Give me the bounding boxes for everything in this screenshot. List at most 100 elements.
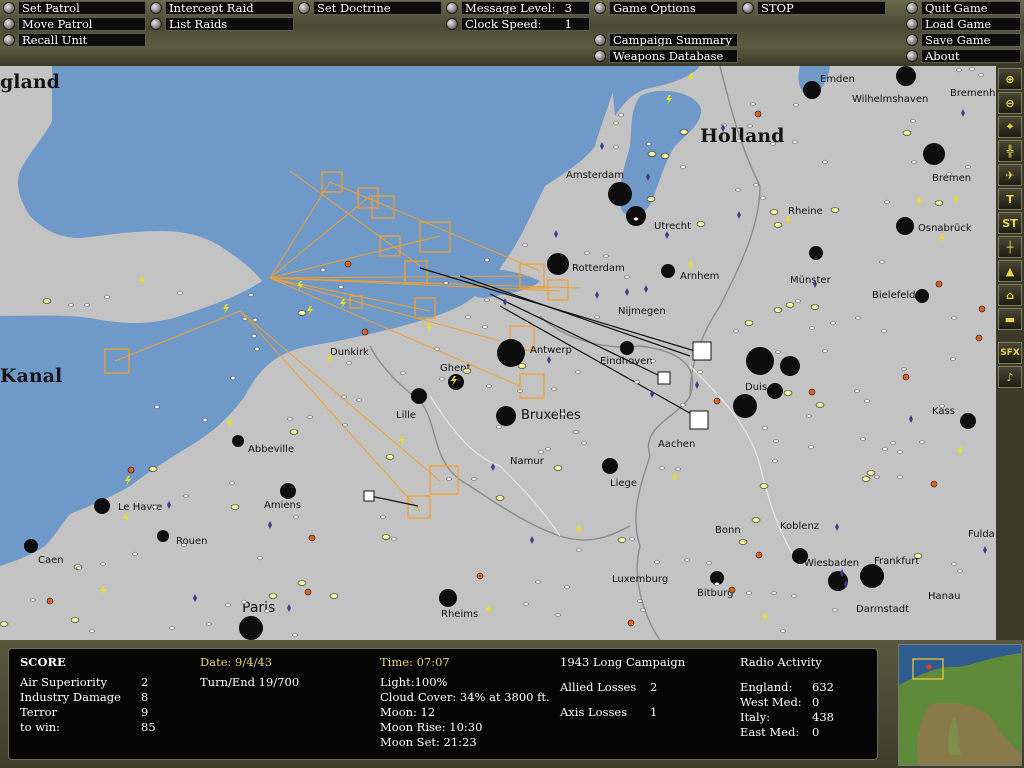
aircraft-unit-marker[interactable] <box>381 534 391 540</box>
radar-marker[interactable] <box>909 415 913 423</box>
airfield-marker[interactable] <box>256 555 264 561</box>
campaign-summary-button[interactable]: Campaign Summary <box>594 33 738 47</box>
airfield-marker[interactable] <box>306 414 314 420</box>
unit-marker[interactable] <box>361 328 369 336</box>
airfield-marker[interactable] <box>880 328 888 334</box>
airfield-marker[interactable] <box>345 360 353 366</box>
airfield-marker[interactable] <box>176 290 184 296</box>
zoom-in-button[interactable]: ⊕ <box>998 68 1022 90</box>
airfield-marker[interactable] <box>950 315 958 321</box>
list-raids-button[interactable]: List Raids <box>150 17 294 31</box>
airfield-marker[interactable] <box>554 612 562 618</box>
stop-button[interactable]: STOP <box>742 1 886 15</box>
airfield-marker[interactable] <box>918 439 926 445</box>
lightning-marker[interactable] <box>576 525 582 535</box>
radar-marker[interactable] <box>503 298 507 306</box>
airfield-marker[interactable] <box>853 388 861 394</box>
unit-marker[interactable] <box>46 597 54 605</box>
aircraft-unit-marker[interactable] <box>913 553 923 559</box>
aircraft-unit-marker[interactable] <box>70 617 80 623</box>
unit-marker[interactable] <box>728 586 736 594</box>
airfield-marker[interactable] <box>956 568 964 574</box>
airfield-marker[interactable] <box>355 397 363 403</box>
lightning-marker[interactable] <box>785 216 791 226</box>
airfield-marker[interactable] <box>831 607 839 613</box>
airfield-marker[interactable] <box>103 294 111 300</box>
airfield-marker[interactable] <box>292 514 300 520</box>
radar-marker[interactable] <box>167 501 171 509</box>
airfield-marker[interactable] <box>580 440 588 446</box>
aircraft-unit-marker[interactable] <box>751 517 761 523</box>
airfield-marker[interactable] <box>534 579 542 585</box>
unit-marker[interactable] <box>476 572 484 580</box>
weapons-database-button[interactable]: Weapons Database <box>594 49 738 63</box>
airfield-marker[interactable] <box>182 493 190 499</box>
unit-marker[interactable] <box>975 334 983 342</box>
airfield-marker[interactable] <box>563 584 571 590</box>
radar-marker[interactable] <box>530 536 534 544</box>
aircraft-unit-marker[interactable] <box>297 310 307 316</box>
aircraft-unit-marker[interactable] <box>297 580 307 586</box>
unit-marker[interactable] <box>127 466 135 474</box>
radar-marker[interactable] <box>737 211 741 219</box>
airfield-marker[interactable] <box>896 474 904 480</box>
overview-minimap[interactable] <box>898 644 1022 766</box>
quit-game-button[interactable]: Quit Game <box>906 1 1021 15</box>
airfield-marker[interactable] <box>495 424 503 430</box>
airfield-marker[interactable] <box>805 413 813 419</box>
airfield-marker[interactable] <box>572 429 580 435</box>
sfx-toggle-button[interactable]: SFX <box>998 342 1022 364</box>
unit-marker[interactable] <box>308 534 316 542</box>
move-patrol-button[interactable]: Move Patrol <box>3 17 146 31</box>
terrain-button[interactable]: ▲ <box>998 260 1022 282</box>
about-button[interactable]: About <box>906 49 1021 63</box>
airfield-marker[interactable] <box>674 466 682 472</box>
airfield-marker[interactable] <box>968 66 976 72</box>
airfield-marker[interactable] <box>955 67 963 73</box>
airfield-marker[interactable] <box>821 159 829 165</box>
airfield-marker[interactable] <box>705 560 713 566</box>
lightning-marker[interactable] <box>939 234 945 244</box>
radar-marker[interactable] <box>595 291 599 299</box>
lightning-marker[interactable] <box>486 605 492 615</box>
aircraft-unit-marker[interactable] <box>759 483 769 489</box>
airfield-marker[interactable] <box>433 346 441 352</box>
airfield-marker[interactable] <box>829 320 837 326</box>
airfield-marker[interactable] <box>749 101 757 107</box>
airfield-marker[interactable] <box>977 72 985 78</box>
aircraft-unit-marker[interactable] <box>289 429 299 435</box>
aircraft-unit-marker[interactable] <box>773 222 783 228</box>
airfield-marker[interactable] <box>859 436 867 442</box>
aircraft-unit-marker[interactable] <box>696 221 706 227</box>
airfield-marker[interactable] <box>889 440 897 446</box>
aircraft-unit-marker[interactable] <box>660 153 670 159</box>
aircraft-unit-marker[interactable] <box>902 130 912 136</box>
center-map-button[interactable]: ⌖ <box>998 116 1022 138</box>
airfield-marker[interactable] <box>286 416 294 422</box>
airfield-marker[interactable] <box>910 159 918 165</box>
airfield-marker[interactable] <box>779 628 787 634</box>
airfield-marker[interactable] <box>291 632 299 638</box>
airfield-marker[interactable] <box>653 559 661 565</box>
airfield-marker[interactable] <box>168 625 176 631</box>
game-options-button[interactable]: Game Options <box>594 1 738 15</box>
airfield-marker[interactable] <box>909 118 917 124</box>
unit-marker[interactable] <box>808 388 816 396</box>
radar-marker[interactable] <box>268 521 272 529</box>
airfield-marker[interactable] <box>131 551 139 557</box>
aircraft-unit-marker[interactable] <box>42 298 52 304</box>
airfield-marker[interactable] <box>612 120 620 126</box>
aircraft-unit-marker[interactable] <box>647 151 657 157</box>
airfield-marker[interactable] <box>481 324 489 330</box>
airfield-marker[interactable] <box>772 438 780 444</box>
aircraft-unit-marker[interactable] <box>148 466 158 472</box>
airfield-marker[interactable] <box>949 356 957 362</box>
airfield-marker[interactable] <box>791 139 799 145</box>
radar-marker[interactable] <box>983 546 987 554</box>
aircraft-unit-marker[interactable] <box>0 621 9 627</box>
lightning-marker[interactable] <box>916 197 922 207</box>
aircraft-unit-marker[interactable] <box>385 454 395 460</box>
unit-marker[interactable] <box>755 551 763 559</box>
lightning-marker[interactable] <box>957 447 963 457</box>
airfield-marker[interactable] <box>583 250 591 256</box>
